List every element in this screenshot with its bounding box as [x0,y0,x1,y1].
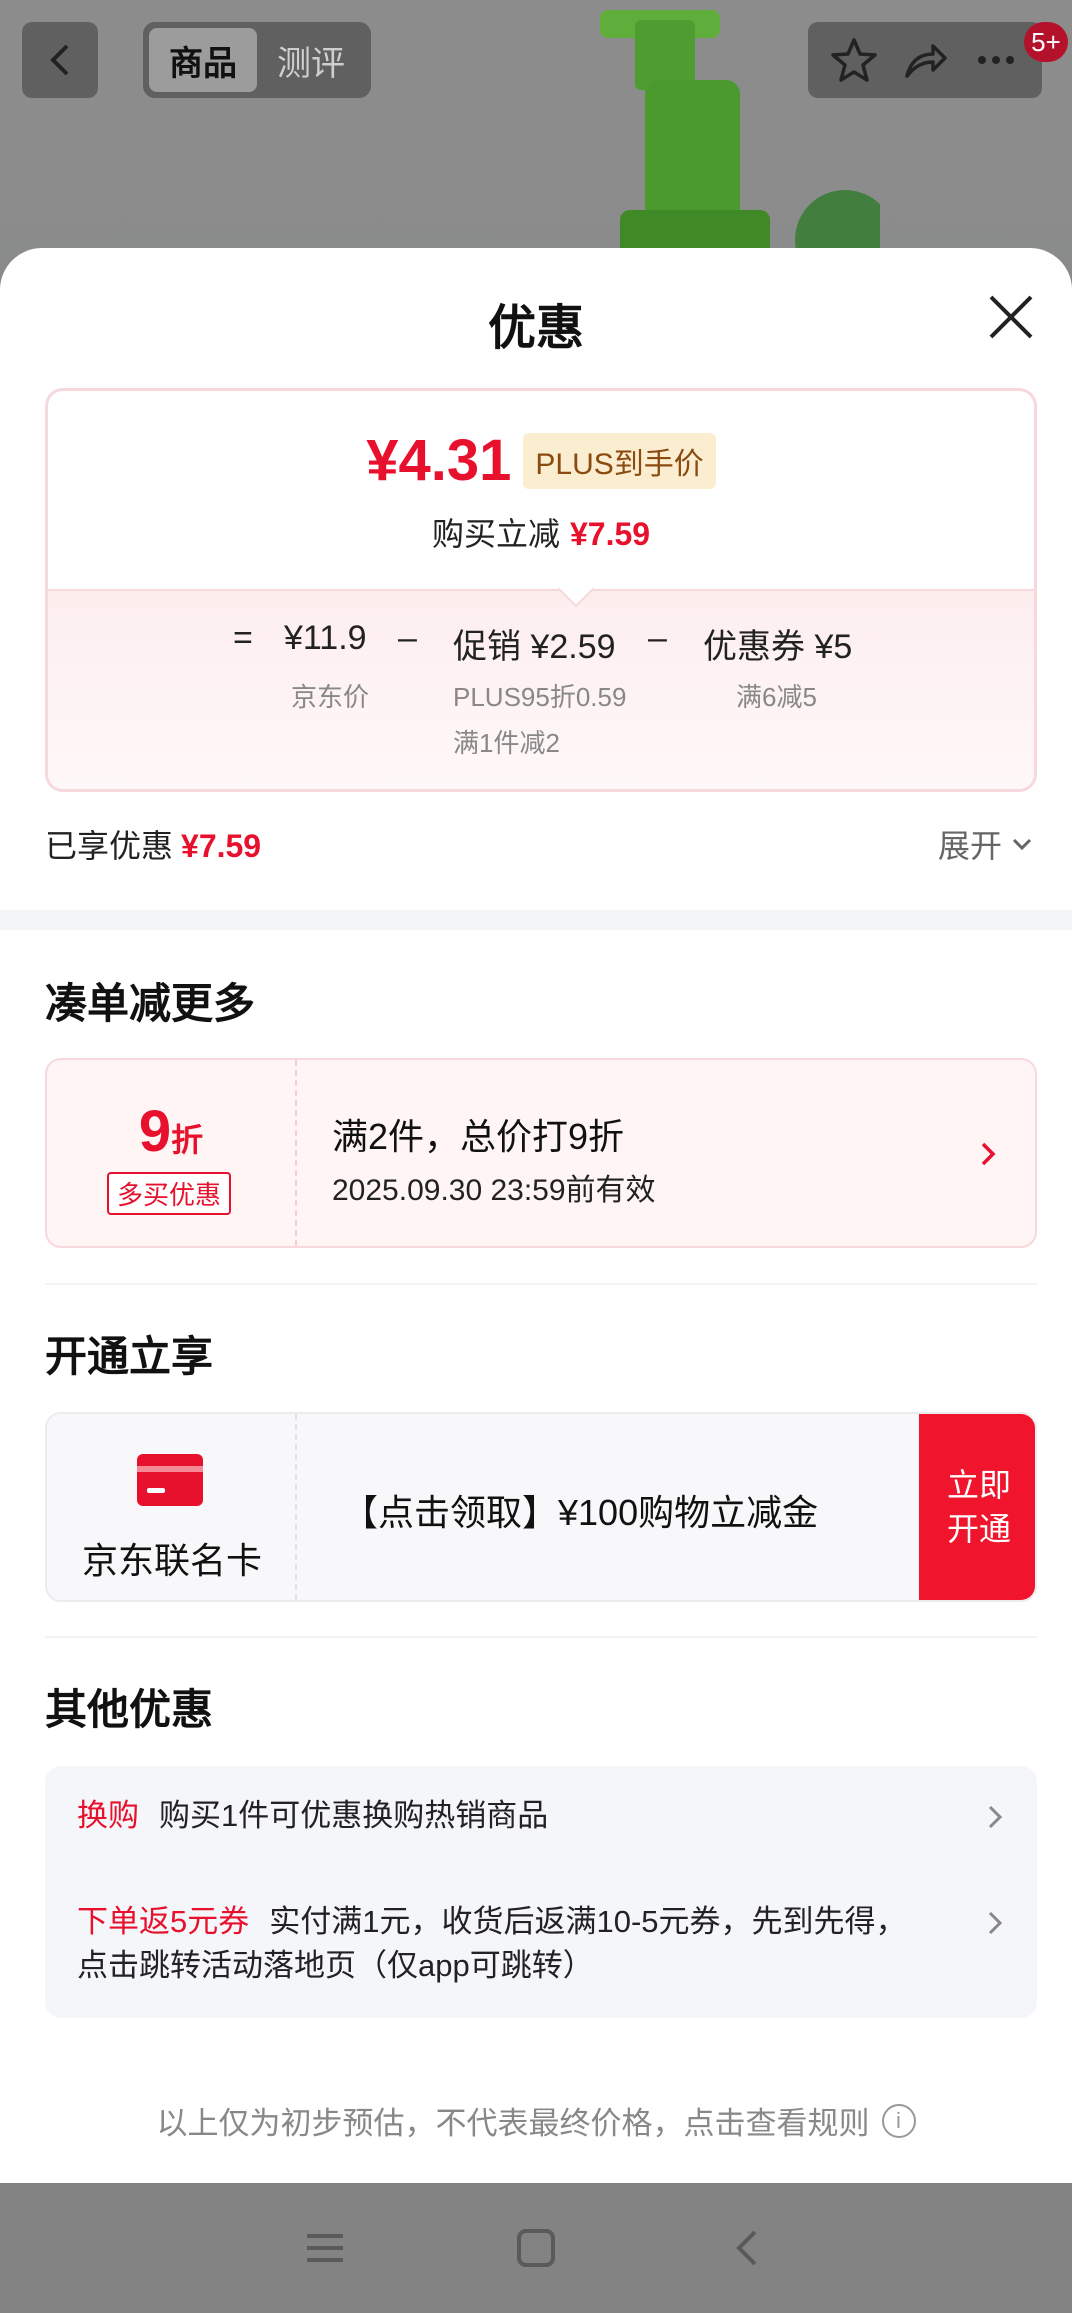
tab-review[interactable]: 测评 [257,28,365,92]
info-icon: i [881,2103,916,2138]
more-icon[interactable] [972,36,1020,84]
final-price: ¥4.31 PLUS到手价 [48,429,1034,493]
enjoyed-discount: 已享优惠 ¥7.59 [45,821,261,867]
list-item-return-coupon[interactable]: 下单返5元券 实付满1元，收货后返满10-5元券，先到先得， 点击跳转活动落地页（… [77,1900,907,1988]
minus-sign-2: – [648,619,667,657]
expand-label: 展开 [938,828,1003,864]
return-coupon-tag: 下单返5元券 [77,1904,250,1939]
cobrand-card-text: 【点击领取】¥100购物立减金 [342,1492,819,1533]
cobrand-card-name: 京东联名卡 [81,1540,262,1581]
close-icon[interactable] [985,291,1037,343]
discount-sheet: 优惠 ¥4.31 PLUS到手价 购买立减 ¥7.59 = ¥11.9 京东价 –… [0,248,1072,2183]
open-now-line1: 立即 [946,1467,1011,1503]
chevron-left-icon [50,44,69,76]
enjoyed-value: ¥7.59 [181,828,262,864]
chevron-right-icon [981,1142,996,1166]
bundle-rule: 满2件，总价打9折 [332,1116,625,1157]
save-line: 购买立减 ¥7.59 [48,509,1034,555]
discount-unit: 折 [171,1122,204,1158]
save-label: 购买立减 [431,516,560,552]
cobrand-card-offer[interactable]: 京东联名卡 【点击领取】¥100购物立减金 立即 开通 [45,1412,1037,1602]
message-badge: 5+ [1024,22,1068,62]
footnote-text: 以上仅为初步预估，不代表最终价格，点击查看规则 [156,2106,870,2141]
plus-price-tag: PLUS到手价 [523,433,716,489]
minus-sign-1: – [398,619,417,657]
other-offers: 换购 购买1件可优惠换购热销商品 下单返5元券 实付满1元，收货后返满10-5元券，… [45,1766,1037,2018]
coupon-detail: 满6减5 [736,682,817,712]
other-heading: 其他优惠 [45,1686,214,1733]
rules-footnote[interactable]: 以上仅为初步预估，不代表最终价格，点击查看规则 i [0,2098,1072,2143]
bundle-promo-card[interactable]: 9折 多买优惠 满2件，总价打9折 2025.09.30 23:59前有效 [45,1058,1037,1248]
open-now-line2: 开通 [946,1511,1011,1547]
back-nav-icon[interactable] [725,2226,769,2270]
promo-amount: 促销 ¥2.59 [453,628,616,666]
system-nav-bar [0,2183,1072,2313]
back-button[interactable] [22,22,98,98]
promo-detail-2: 满1件减2 [453,728,560,758]
save-value: ¥7.59 [569,516,651,552]
top-actions [808,22,1042,98]
tab-product[interactable]: 商品 [149,28,257,92]
credit-card-icon [137,1454,203,1506]
chevron-right-icon[interactable] [985,1908,1005,1938]
open-heading: 开通立享 [45,1333,214,1380]
equals-sign: = [233,619,253,657]
top-navigation-bar: 商品 测评 5+ [0,0,1072,110]
chevron-down-icon [1012,838,1032,851]
chevron-right-icon[interactable] [985,1802,1005,1832]
bundle-discount-block: 9折 多买优惠 [47,1060,297,1246]
divider [45,1283,1037,1285]
bundle-expiry: 2025.09.30 23:59前有效 [332,1174,656,1207]
discount-value: 9折 [47,1098,295,1165]
divider [45,1636,1037,1638]
sheet-title: 优惠 [487,302,584,355]
menu-icon[interactable] [303,2226,347,2270]
price-top: ¥4.31 PLUS到手价 购买立减 ¥7.59 [48,391,1034,591]
price-breakdown: = ¥11.9 京东价 – 促销 ¥2.59 PLUS95折0.59 满1件减2… [48,589,1034,789]
discount-number: 9 [138,1099,172,1164]
exchange-text: 购买1件可优惠换购热销商品 [159,1798,549,1833]
bundle-heading: 凑单减更多 [45,980,256,1027]
exchange-tag: 换购 [77,1798,139,1833]
enjoyed-label: 已享优惠 [45,828,174,864]
section-gap [0,910,1072,930]
star-icon[interactable] [830,36,878,84]
price-summary-card: ¥4.31 PLUS到手价 购买立减 ¥7.59 = ¥11.9 京东价 – 促销… [45,388,1037,792]
share-icon[interactable] [901,36,949,84]
home-icon[interactable] [514,2226,558,2270]
final-price-amount: ¥4.31 [366,428,512,493]
list-item-exchange[interactable]: 换购 购买1件可优惠换购热销商品 [77,1794,548,1838]
jd-price: ¥11.9 [284,619,367,657]
price-formula: = ¥11.9 京东价 – 促销 ¥2.59 PLUS95折0.59 满1件减2… [48,619,1034,779]
page-tabs: 商品 测评 [143,22,371,98]
cobrand-card-block: 京东联名卡 [47,1414,297,1600]
jd-price-label: 京东价 [291,682,370,712]
coupon-amount: 优惠券 ¥5 [703,628,853,666]
expand-button[interactable]: 展开 [938,821,1036,867]
multi-buy-tag: 多买优惠 [107,1172,232,1215]
return-coupon-text-2: 点击跳转活动落地页（仅app可跳转） [77,1948,594,1983]
return-coupon-text: 实付满1元，收货后返满10-5元券，先到先得， [269,1904,907,1939]
promo-detail-1: PLUS95折0.59 [453,682,627,712]
open-now-button[interactable]: 立即 开通 [919,1414,1035,1600]
